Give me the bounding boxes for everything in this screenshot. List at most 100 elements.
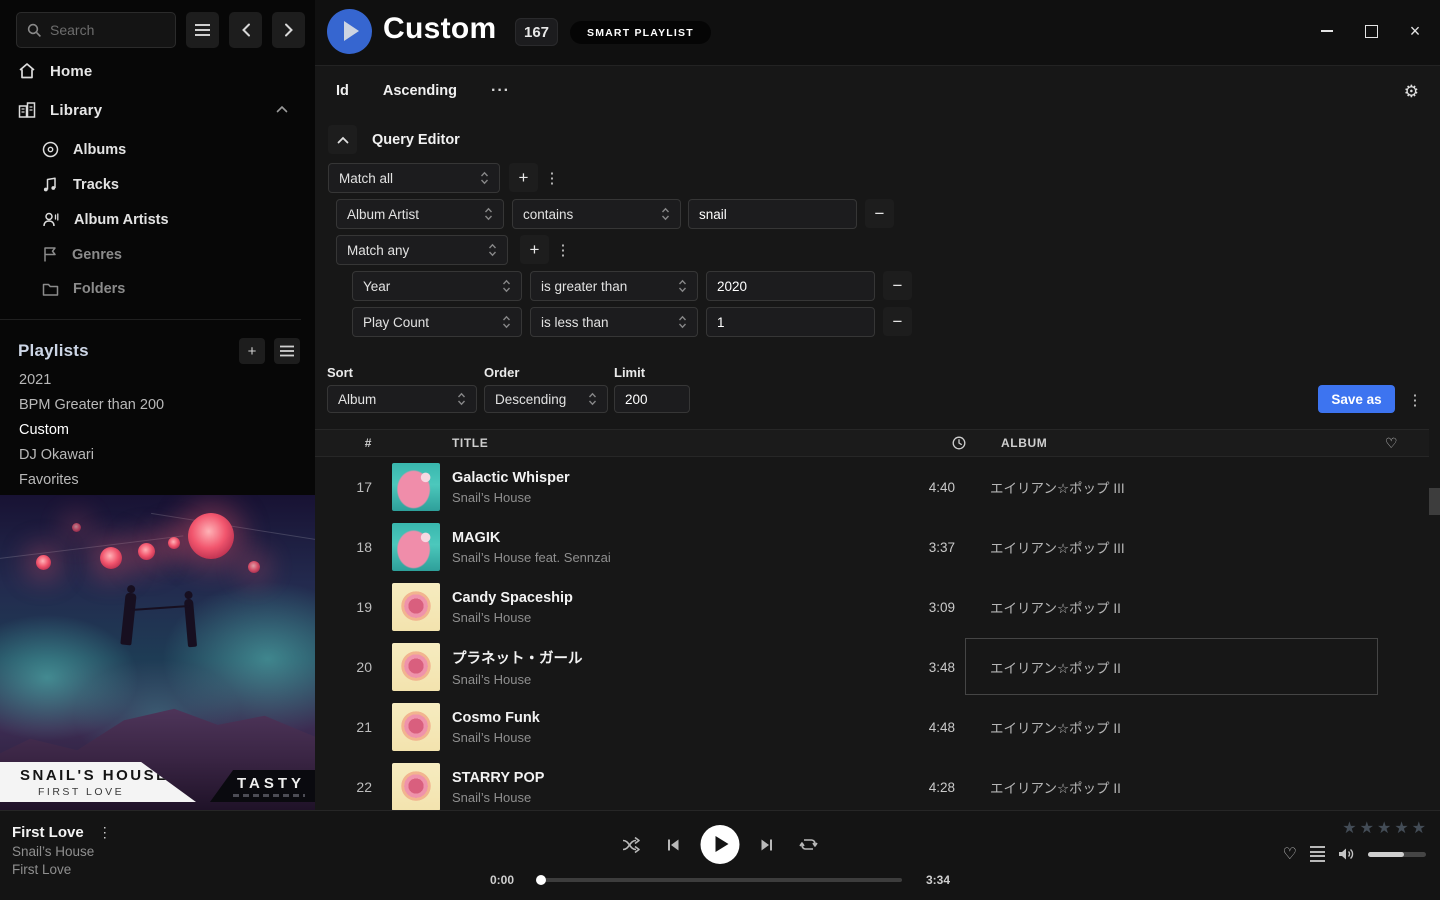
- add-playlist-button[interactable]: +: [239, 338, 265, 364]
- add-rule-button[interactable]: +: [509, 163, 538, 192]
- star-icon[interactable]: ★: [1342, 821, 1356, 837]
- playlist-content: Id Ascending ··· ⚙ Query Editor Match al…: [315, 65, 1440, 810]
- star-icon[interactable]: ★: [1377, 821, 1391, 837]
- table-row[interactable]: 19 Candy Spaceship Snail’s House 3:09 エイ…: [315, 577, 1429, 637]
- root-match-select[interactable]: Match all: [328, 163, 500, 193]
- column-header-title[interactable]: TITLE: [452, 436, 488, 450]
- sort-field-button[interactable]: Id: [336, 83, 349, 99]
- query-editor-title: Query Editor: [372, 132, 460, 148]
- settings-gear-icon[interactable]: ⚙: [1404, 82, 1419, 102]
- playlist-item-dj-okawari[interactable]: DJ Okawari: [19, 447, 94, 463]
- now-playing-art[interactable]: SNAIL'S HOUSE FIRST LOVE TASTY: [0, 495, 315, 810]
- track-artist[interactable]: Snail’s House: [452, 672, 888, 687]
- menu-button[interactable]: [186, 12, 219, 48]
- track-album[interactable]: エイリアン☆ポップ III: [955, 537, 1374, 557]
- rule-value-input[interactable]: [706, 271, 875, 301]
- volume-slider[interactable]: [1368, 852, 1426, 857]
- rule-operator-select[interactable]: is less than: [530, 307, 698, 337]
- playlist-item-bpm[interactable]: BPM Greater than 200: [19, 397, 164, 413]
- play-button[interactable]: [701, 825, 740, 864]
- rule-value-input[interactable]: [706, 307, 875, 337]
- manage-playlists-button[interactable]: [274, 338, 300, 364]
- sort-direction-button[interactable]: Ascending: [383, 83, 457, 99]
- sidebar-item-folders[interactable]: Folders: [42, 281, 125, 297]
- track-album[interactable]: エイリアン☆ポップ II: [955, 717, 1374, 737]
- next-button[interactable]: [752, 830, 782, 860]
- column-header-index[interactable]: #: [328, 436, 372, 450]
- rule-field-select[interactable]: Album Artist: [336, 199, 504, 229]
- sort-select[interactable]: Album: [327, 385, 477, 413]
- track-album[interactable]: エイリアン☆ポップ III: [955, 477, 1374, 497]
- track-artist[interactable]: Snail’s House: [452, 490, 888, 505]
- sidebar-item-tracks[interactable]: Tracks: [42, 176, 119, 193]
- table-scrollbar-thumb[interactable]: [1429, 488, 1440, 515]
- star-icon[interactable]: ★: [1360, 821, 1374, 837]
- query-menu-button[interactable]: ⋮: [1406, 385, 1424, 414]
- volume-button[interactable]: [1338, 847, 1355, 861]
- seek-bar[interactable]: [538, 878, 902, 882]
- playlist-item-favorites[interactable]: Favorites: [19, 472, 79, 488]
- track-number: 19: [328, 599, 372, 615]
- table-row[interactable]: 20 プラネット・ガール Snail’s House 3:48 エイリアン☆ポッ…: [315, 637, 1429, 697]
- duration-column-header[interactable]: [952, 436, 966, 450]
- star-icon[interactable]: ★: [1394, 821, 1408, 837]
- track-artist[interactable]: Snail’s House: [452, 790, 888, 805]
- rule-group-menu-button[interactable]: ⋮: [554, 235, 572, 264]
- nav-back-button[interactable]: [229, 12, 262, 48]
- play-playlist-button[interactable]: [327, 9, 372, 54]
- rule-operator-select[interactable]: is greater than: [530, 271, 698, 301]
- order-label: Order: [484, 365, 519, 380]
- more-options-button[interactable]: ···: [491, 82, 510, 100]
- track-artist[interactable]: Snail’s House: [452, 730, 888, 745]
- queue-button[interactable]: [1310, 846, 1325, 862]
- limit-input[interactable]: [614, 385, 690, 413]
- track-artist[interactable]: Snail’s House: [452, 610, 888, 625]
- repeat-button[interactable]: [794, 830, 824, 860]
- track-album[interactable]: エイリアン☆ポップ II: [955, 657, 1374, 677]
- remove-rule-button[interactable]: −: [883, 307, 912, 336]
- close-button[interactable]: ×: [1404, 20, 1426, 42]
- rule-field-select[interactable]: Play Count: [352, 307, 522, 337]
- track-album[interactable]: エイリアン☆ポップ II: [955, 777, 1374, 797]
- query-editor-collapse-button[interactable]: [328, 125, 357, 154]
- favorite-button[interactable]: ♡: [1283, 844, 1297, 864]
- rule-value-input[interactable]: [688, 199, 857, 229]
- minimize-button[interactable]: [1316, 20, 1338, 42]
- collapse-library-button[interactable]: [276, 105, 288, 113]
- sidebar-item-home[interactable]: Home: [18, 62, 298, 80]
- add-rule-button[interactable]: +: [520, 235, 549, 264]
- playlist-item-2021[interactable]: 2021: [19, 372, 51, 388]
- table-row[interactable]: 21 Cosmo Funk Snail’s House 4:48 エイリアン☆ポ…: [315, 697, 1429, 757]
- sidebar-item-albums[interactable]: Albums: [42, 141, 126, 158]
- rule-group-menu-button[interactable]: ⋮: [543, 163, 561, 192]
- maximize-button[interactable]: [1360, 20, 1382, 42]
- now-playing-menu-button[interactable]: ⋮: [98, 824, 112, 841]
- table-row[interactable]: 18 MAGIK Snail’s House feat. Sennzai 3:3…: [315, 517, 1429, 577]
- search-input[interactable]: [16, 12, 176, 48]
- remove-rule-button[interactable]: −: [883, 271, 912, 300]
- order-select[interactable]: Descending: [484, 385, 608, 413]
- now-playing-artist[interactable]: Snail’s House: [12, 844, 112, 859]
- save-as-button[interactable]: Save as: [1318, 385, 1395, 413]
- column-header-album[interactable]: ALBUM: [966, 436, 1385, 450]
- track-artist[interactable]: Snail’s House feat. Sennzai: [452, 550, 888, 565]
- table-row[interactable]: 22 STARRY POP Snail’s House 4:28 エイリアン☆ポ…: [315, 757, 1429, 817]
- previous-button[interactable]: [659, 830, 689, 860]
- sidebar-item-album-artists[interactable]: Album Artists: [42, 211, 169, 228]
- sidebar-item-genres[interactable]: Genres: [42, 246, 122, 263]
- now-playing-album[interactable]: First Love: [12, 862, 112, 877]
- group-match-select[interactable]: Match any: [336, 235, 508, 265]
- playlist-item-custom[interactable]: Custom: [19, 422, 69, 438]
- seek-knob[interactable]: [536, 875, 546, 885]
- remove-rule-button[interactable]: −: [865, 199, 894, 228]
- nav-forward-button[interactable]: [272, 12, 305, 48]
- search-field[interactable]: [50, 22, 160, 38]
- shuffle-button[interactable]: [617, 830, 647, 860]
- star-icon[interactable]: ★: [1412, 821, 1426, 837]
- table-row[interactable]: 17 Galactic Whisper Snail’s House 4:40 エ…: [315, 457, 1429, 517]
- rule-operator-select[interactable]: contains: [512, 199, 681, 229]
- track-album[interactable]: エイリアン☆ポップ II: [955, 597, 1374, 617]
- favorite-column-header[interactable]: ♡: [1385, 435, 1429, 452]
- rule-field-select[interactable]: Year: [352, 271, 522, 301]
- sidebar-item-library[interactable]: Library: [18, 101, 298, 119]
